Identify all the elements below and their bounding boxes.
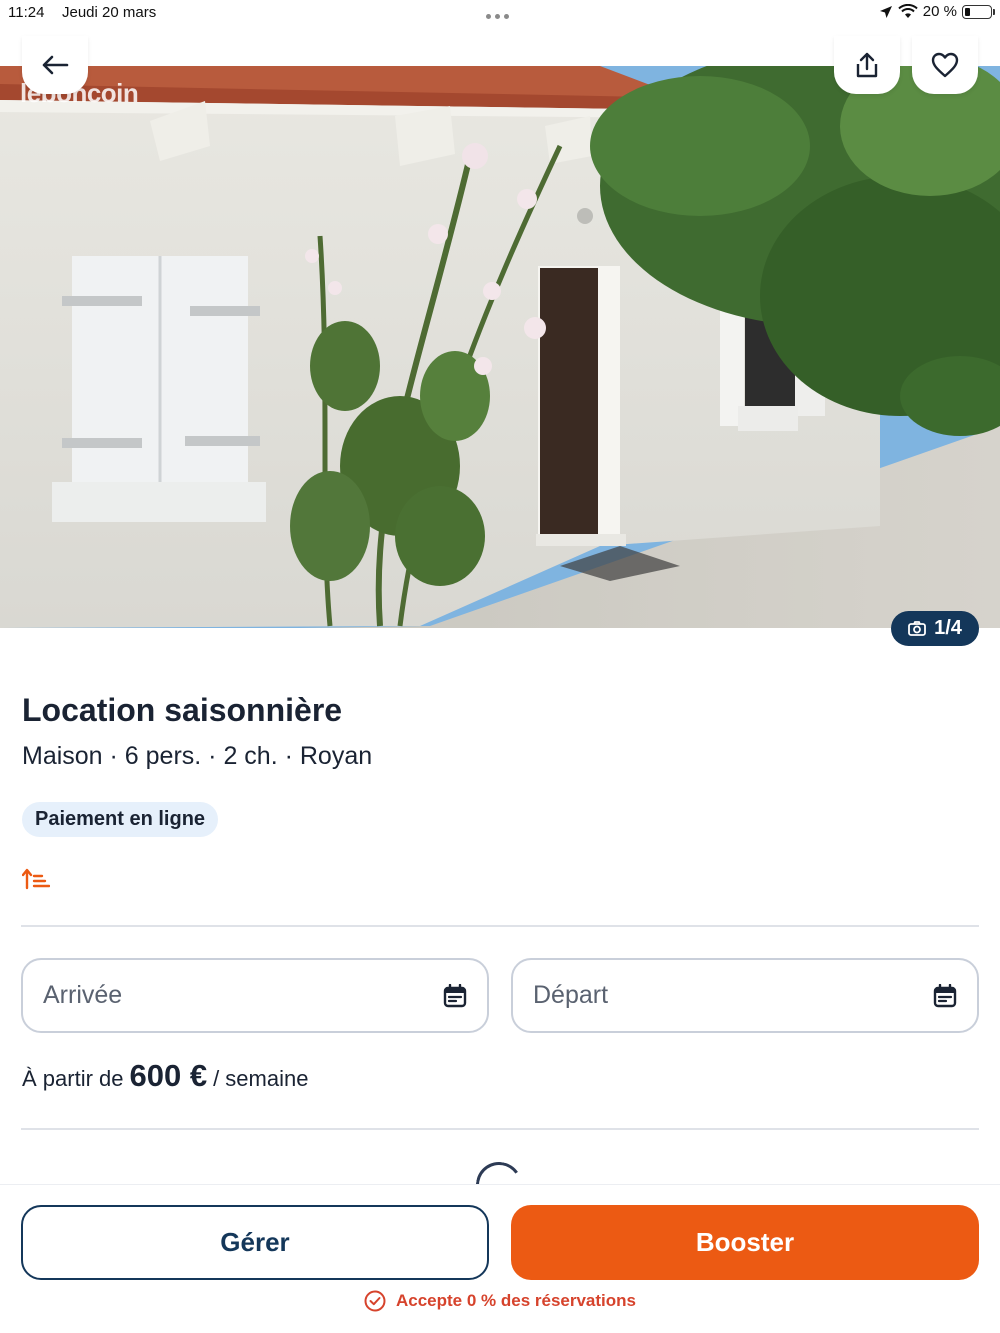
calendar-icon	[443, 983, 467, 1007]
share-button[interactable]	[834, 36, 900, 94]
back-button[interactable]	[22, 36, 88, 94]
location-arrow-icon	[879, 5, 892, 18]
arrow-left-icon	[42, 55, 69, 75]
divider	[21, 925, 979, 927]
check-circle-icon	[364, 1290, 386, 1312]
listing-title: Location saisonnière	[22, 692, 343, 728]
calendar-icon	[933, 983, 957, 1007]
price-prefix: À partir de	[22, 1066, 124, 1091]
status-date: Jeudi 20 mars	[62, 4, 157, 21]
arrival-placeholder: Arrivée	[43, 981, 123, 1009]
listing-photo[interactable]	[0, 66, 1000, 628]
heart-icon	[931, 52, 959, 78]
departure-date-field[interactable]: Départ	[511, 958, 979, 1033]
divider	[21, 1128, 979, 1130]
status-time: 11:24	[8, 4, 45, 21]
acceptance-rate: Accepte 0 % des réservations	[0, 1290, 1000, 1312]
status-indicators: 20 %	[879, 3, 995, 20]
acceptance-text: Accepte 0 % des réservations	[395, 1291, 636, 1310]
price-suffix: / semaine	[213, 1066, 309, 1091]
badge-label: Paiement en ligne	[35, 808, 206, 830]
departure-placeholder: Départ	[533, 981, 609, 1009]
photo-counter-text: 1/4	[934, 617, 962, 639]
wifi-icon	[898, 4, 918, 18]
arrival-date-field[interactable]: Arrivée	[21, 958, 489, 1033]
battery-percent: 20 %	[922, 3, 957, 20]
sort-icon[interactable]	[21, 868, 51, 895]
online-payment-badge: Paiement en ligne	[22, 802, 219, 837]
battery-icon	[962, 4, 995, 19]
camera-icon	[908, 621, 926, 636]
photo-counter[interactable]: 1/4	[891, 611, 979, 646]
multitasking-dots-icon[interactable]	[486, 14, 509, 19]
listing-subtitle: Maison · 6 pers. · 2 ch. · Royan	[22, 742, 373, 770]
boost-button[interactable]: Booster	[511, 1205, 979, 1280]
status-bar: 11:24 Jeudi 20 mars 20 %	[0, 0, 1000, 30]
price-amount: 600 €	[129, 1058, 208, 1093]
share-icon	[856, 52, 878, 78]
manage-button[interactable]: Gérer	[21, 1205, 489, 1280]
price-line: À partir de 600 € / semaine	[22, 1058, 308, 1094]
favorite-button[interactable]	[912, 36, 978, 94]
